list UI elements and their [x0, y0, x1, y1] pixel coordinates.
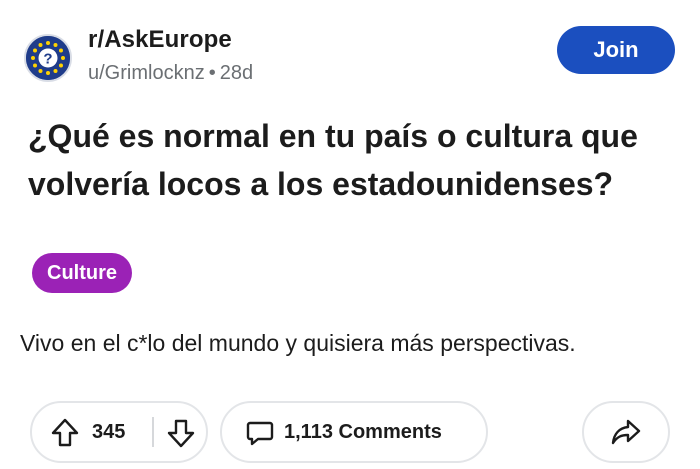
post-body: Vivo en el c*lo del mundo y quisiera más… [20, 330, 576, 356]
eu-star-icon [46, 41, 50, 45]
vote-score: 345 [92, 421, 126, 443]
eu-star-icon [38, 68, 43, 73]
eu-star-icon [53, 43, 58, 48]
share-arrow-icon [611, 418, 641, 446]
post-meta: u/Grimlocknz • 28d [88, 62, 253, 85]
author-name[interactable]: u/Grimlocknz [88, 62, 205, 84]
post-header: ? r/AskEurope u/Grimlocknz • 28d Join [24, 26, 676, 86]
meta-separator: • [208, 62, 216, 84]
eu-star-icon [33, 48, 38, 53]
subreddit-name[interactable]: r/AskEurope [88, 26, 232, 54]
eu-star-icon [58, 63, 63, 68]
subreddit-avatar[interactable]: ? [24, 34, 72, 82]
post-age: 28d [219, 62, 254, 84]
eu-star-icon [53, 68, 58, 73]
arrow-up-icon[interactable] [50, 417, 80, 449]
eu-star-icon [61, 56, 65, 60]
post-title[interactable]: ¿Qué es normal en tu país o cultura que … [28, 112, 678, 208]
comments-count: 1,113 Comments [284, 421, 442, 443]
eu-star-icon [38, 43, 43, 48]
arrow-down-icon[interactable] [166, 417, 196, 449]
vote-pill: 345 [30, 401, 208, 463]
svg-text:?: ? [43, 51, 52, 68]
eu-star-icon [33, 63, 38, 68]
join-button[interactable]: Join [557, 26, 675, 74]
eu-stars-question-icon: ? [26, 36, 70, 80]
vote-divider [152, 417, 154, 447]
eu-star-icon [58, 48, 63, 53]
comments-button[interactable]: 1,113 Comments [220, 401, 488, 463]
share-button[interactable] [582, 401, 670, 463]
speech-bubble-icon [246, 419, 274, 447]
eu-star-icon [31, 56, 35, 60]
eu-star-icon [46, 71, 50, 75]
flair-badge[interactable]: Culture [32, 253, 132, 293]
post-card: ? r/AskEurope u/Grimlocknz • 28d Join ¿Qué… [0, 0, 700, 469]
